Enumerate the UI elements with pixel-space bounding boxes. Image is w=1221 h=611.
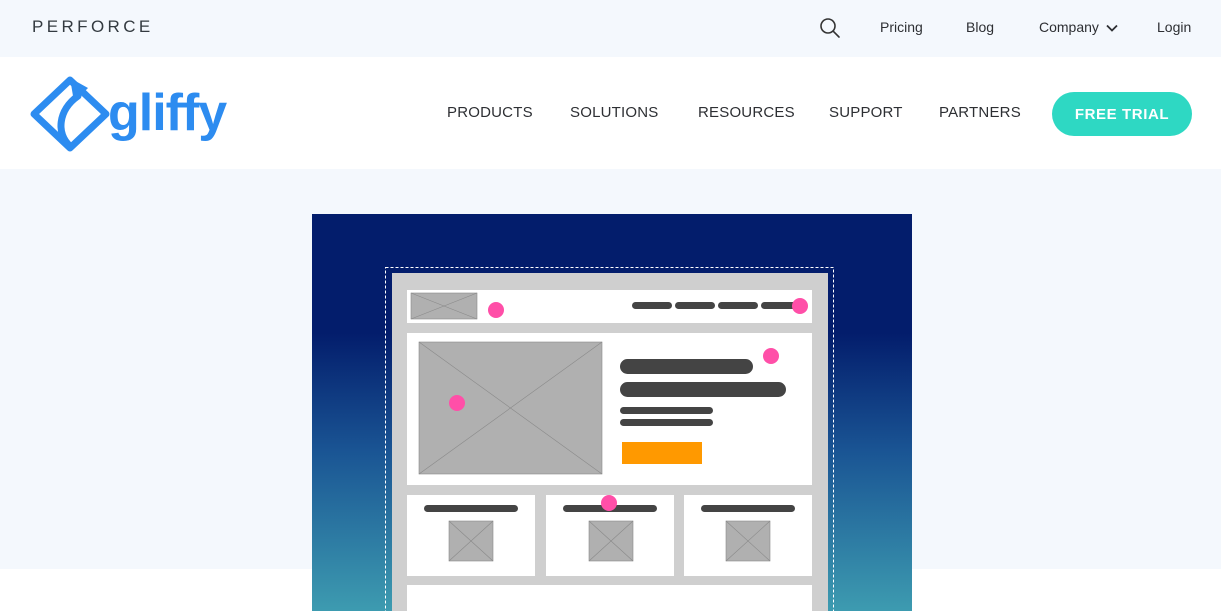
blog-link[interactable]: Blog [966,19,994,35]
nav-solutions[interactable]: SOLUTIONS [570,104,658,121]
nav-products[interactable]: PRODUCTS [447,104,533,121]
wireframe-illustration-icon [385,267,834,611]
nav-resources[interactable]: RESOURCES [698,104,795,121]
free-trial-button[interactable]: FREE TRIAL [1052,92,1192,136]
top-utility-bar: PERFORCE Pricing Blog Company Login [0,0,1221,57]
gliffy-logo-mark-icon [30,76,110,152]
pricing-link[interactable]: Pricing [880,19,923,35]
nav-support[interactable]: SUPPORT [829,104,903,121]
company-menu-label: Company [1039,19,1099,35]
gliffy-logo-text: gliffy [108,84,227,142]
search-icon[interactable] [818,16,842,40]
main-navigation: gliffy PRODUCTS SOLUTIONS RESOURCES SUPP… [0,57,1221,169]
hero-illustration [312,214,912,611]
gliffy-logo[interactable]: gliffy [30,74,235,152]
perforce-logo[interactable]: PERFORCE [32,17,154,37]
nav-partners[interactable]: PARTNERS [939,104,1021,121]
login-link[interactable]: Login [1157,19,1191,35]
company-menu[interactable]: Company [1039,19,1118,35]
chevron-down-icon [1106,25,1118,33]
